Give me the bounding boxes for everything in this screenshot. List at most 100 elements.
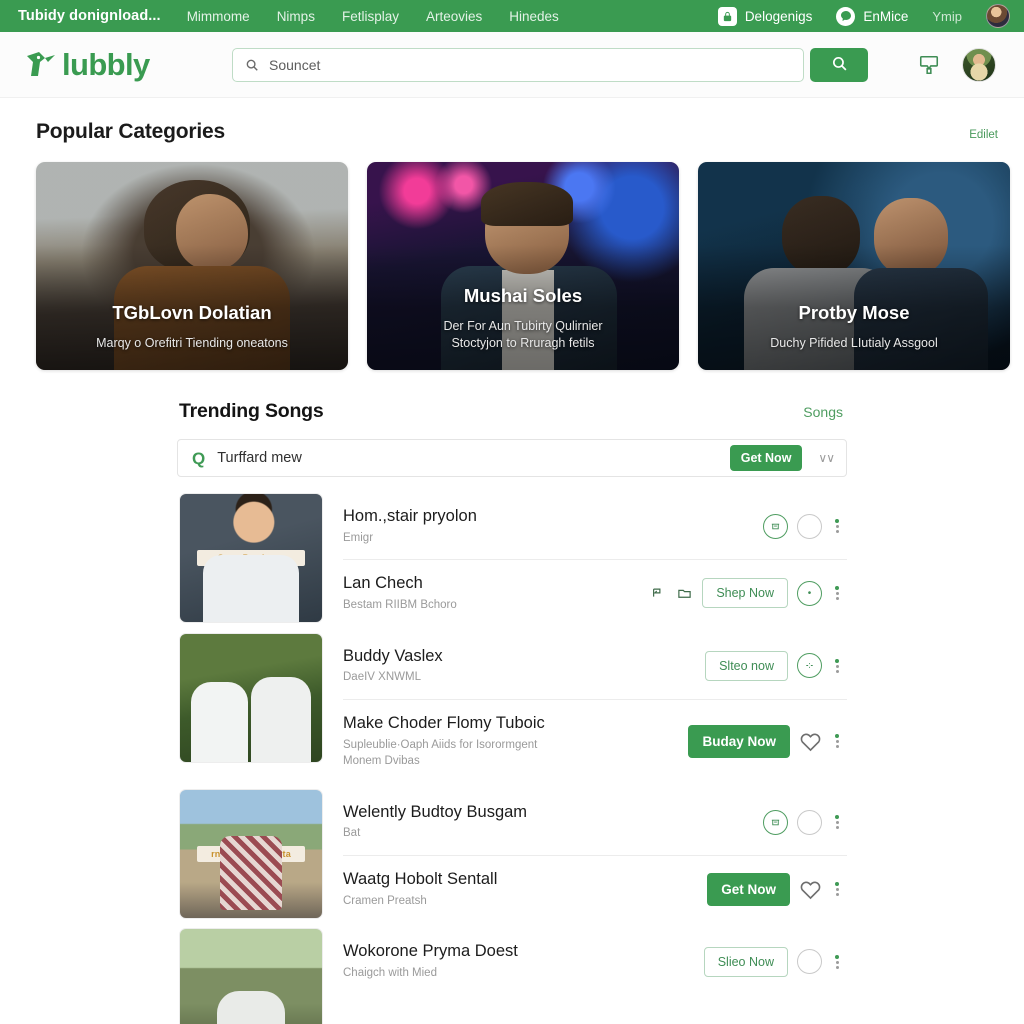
- list-item[interactable]: Make Choder Flomy Tuboic Supleublie·Oaph…: [343, 700, 847, 783]
- topbar-brand[interactable]: Tubidy donignload...: [18, 8, 161, 24]
- site-header: lubbly: [0, 32, 1024, 98]
- tag-icon[interactable]: [650, 586, 667, 601]
- list-group: Saco Purrisaor Hom.,stair pryolon Emigr: [177, 487, 847, 627]
- folder-icon[interactable]: [676, 586, 693, 601]
- category-card-list: TGbLovn Dolatian Marqy o Orefitri Tiendi…: [0, 144, 1024, 370]
- row-actions: [763, 513, 843, 539]
- heart-icon[interactable]: [799, 731, 822, 752]
- kebab-icon[interactable]: [831, 813, 843, 831]
- row-subtitle: Chaigch with Mied: [343, 967, 437, 980]
- row-title: Make Choder Flomy Tuboic: [343, 713, 545, 732]
- topnav-item-2[interactable]: Nimps: [277, 9, 315, 24]
- store-circle-icon[interactable]: [763, 809, 788, 835]
- search-box[interactable]: [232, 47, 804, 82]
- buy-now-button[interactable]: Buday Now: [688, 724, 790, 758]
- top-utility-bar: Tubidy donignload... Mimmome Nimps Fetli…: [0, 0, 1024, 32]
- get-now-button[interactable]: Get Now: [729, 445, 803, 471]
- app-root: Tubidy donignload... Mimmome Nimps Fetli…: [0, 0, 1024, 1024]
- topnav-item-5[interactable]: Hinedes: [509, 9, 559, 24]
- dot-circle-icon[interactable]: •: [797, 580, 822, 606]
- q-icon: Q: [192, 448, 206, 468]
- topnav-item-3[interactable]: Fetlisplay: [342, 9, 399, 24]
- shop-now-button[interactable]: Slteo now: [705, 650, 788, 681]
- row-subtitle: Bestam RIIBM Bchoro: [343, 598, 457, 611]
- search-submit-icon: [831, 55, 848, 75]
- categories-edit-link[interactable]: Edilet: [969, 129, 998, 141]
- query-row[interactable]: Q Turffard mew Get Now ∨∨: [177, 439, 847, 477]
- topbar-login-link[interactable]: Delogenigs: [717, 6, 813, 26]
- row-subtitle: DaeIV XNWML: [343, 671, 421, 684]
- row-actions: Slieo Now: [703, 946, 843, 977]
- kebab-icon[interactable]: [831, 953, 843, 971]
- row-subtitle: Cramen Preatsh: [343, 894, 427, 907]
- top-navigation: Mimmome Nimps Fetlisplay Arteovies Hined…: [187, 9, 559, 24]
- row-text: Lan Chech Bestam RIIBM Bchoro: [343, 573, 640, 613]
- category-card[interactable]: TGbLovn Dolatian Marqy o Orefitri Tiendi…: [36, 162, 348, 370]
- site-logo[interactable]: lubbly: [24, 49, 232, 80]
- topnav-item-1[interactable]: Mimmome: [187, 9, 250, 24]
- row-actions: [763, 809, 843, 835]
- badge-circle-icon[interactable]: [797, 653, 822, 679]
- kebab-icon[interactable]: [831, 732, 843, 750]
- popular-categories-header: Popular Categories Edilet: [0, 98, 1024, 144]
- topbar-chat-label: EnMice: [863, 8, 909, 24]
- plain-circle-icon[interactable]: [797, 513, 822, 539]
- topbar-chat-link[interactable]: EnMice: [836, 6, 909, 26]
- list-item[interactable]: Buddy Vaslex DaeIV XNWML Slteo now: [343, 633, 847, 700]
- song-thumbnail[interactable]: [179, 632, 323, 763]
- topbar-right-group: Delogenigs EnMice Ymip: [717, 4, 1010, 28]
- song-thumbnail[interactable]: rntor Lista raceita: [179, 788, 323, 919]
- plain-circle-icon[interactable]: [797, 949, 822, 975]
- category-card[interactable]: Protby Mose Duchy Pifided LIutialy Assgo…: [698, 162, 1010, 370]
- row-title: Welently Budtoy Busgam: [343, 802, 528, 821]
- topbar-avatar[interactable]: [986, 4, 1010, 28]
- row-subtitle: Bat: [343, 827, 361, 840]
- header-right-group: [918, 47, 1000, 82]
- card-title: Mushai Soles: [463, 285, 583, 307]
- list-item[interactable]: Wokorone Pryma Doest Chaigch with Mied S…: [343, 928, 847, 994]
- kebab-icon[interactable]: [831, 657, 843, 675]
- row-title: Waatg Hobolt Sentall: [343, 870, 498, 889]
- group-rows: Wokorone Pryma Doest Chaigch with Mied S…: [343, 928, 847, 1024]
- row-actions: Slteo now: [705, 650, 843, 681]
- store-circle-icon[interactable]: [763, 513, 788, 539]
- song-thumbnail[interactable]: [179, 928, 323, 1024]
- search-input[interactable]: [269, 56, 791, 73]
- bird-logo-icon: [24, 50, 58, 80]
- row-subtitle: Supleublie·Oaph Aiids for Isorormgent Mo…: [343, 738, 538, 768]
- song-thumbnail[interactable]: Saco Purrisaor: [179, 493, 323, 623]
- chevron-down-icon[interactable]: ∨∨: [814, 451, 838, 465]
- plain-circle-icon[interactable]: [797, 809, 822, 835]
- trending-songs-header: Trending Songs Songs: [177, 400, 847, 423]
- row-actions: Shep Now •: [650, 578, 843, 609]
- list-item[interactable]: Hom.,stair pryolon Emigr: [343, 493, 847, 561]
- list-item[interactable]: Lan Chech Bestam RIIBM Bchoro Shep Now •: [343, 560, 847, 626]
- topbar-mini-link[interactable]: Ymip: [932, 9, 962, 24]
- kebab-icon[interactable]: [831, 584, 843, 602]
- device-icon[interactable]: [918, 53, 940, 77]
- trending-songs-title: Trending Songs: [179, 400, 324, 422]
- row-title: Wokorone Pryma Doest: [343, 942, 518, 961]
- kebab-icon[interactable]: [831, 880, 843, 898]
- category-card[interactable]: Mushai Soles Der For Aun Tubirty Qulirni…: [367, 162, 679, 370]
- page-title: Popular Categories: [36, 120, 225, 143]
- lock-icon: [717, 6, 737, 26]
- profile-avatar[interactable]: [962, 47, 996, 82]
- shop-now-button[interactable]: Slieo Now: [703, 946, 788, 977]
- row-title: Buddy Vaslex: [343, 646, 443, 665]
- thumbnail-caption: rntor Lista raceita: [197, 846, 305, 863]
- heart-icon[interactable]: [799, 879, 822, 900]
- get-now-button[interactable]: Get Now: [707, 872, 790, 906]
- card-title: Protby Mose: [798, 302, 910, 324]
- topnav-item-4[interactable]: Arteovies: [426, 9, 482, 24]
- trending-songs-link[interactable]: Songs: [803, 404, 843, 420]
- topbar-login-label: Delogenigs: [744, 8, 813, 24]
- card-caption: Mushai Soles Der For Aun Tubirty Qulirni…: [367, 285, 679, 352]
- shop-now-button[interactable]: Shep Now: [702, 578, 788, 609]
- kebab-icon[interactable]: [831, 517, 843, 535]
- list-item[interactable]: Welently Budtoy Busgam Bat: [343, 789, 847, 857]
- search-submit-button[interactable]: [810, 47, 868, 82]
- list-item[interactable]: Waatg Hobolt Sentall Cramen Preatsh Get …: [343, 856, 847, 922]
- search-icon: [245, 58, 259, 72]
- song-list: Saco Purrisaor Hom.,stair pryolon Emigr: [177, 487, 847, 1024]
